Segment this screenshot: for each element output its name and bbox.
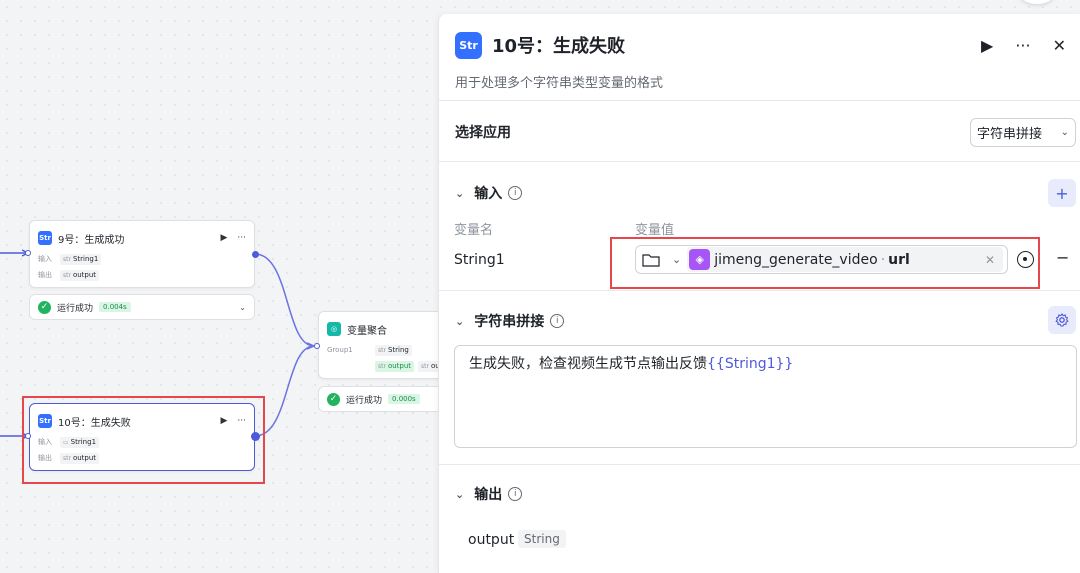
output-section-title: 输出	[474, 487, 503, 503]
string-node-icon: Str	[38, 231, 52, 245]
template-variable: {{String1}}	[707, 356, 794, 372]
type-tag: str	[63, 255, 71, 263]
check-icon: ✓	[38, 300, 51, 314]
info-icon[interactable]: i	[508, 487, 523, 501]
panel-description: 用于处理多个字符串类型变量的格式	[455, 76, 664, 91]
node-9-status[interactable]: ✓ 运行成功 0.004s ⌄	[29, 294, 255, 320]
input-chip: str String1	[60, 253, 102, 265]
add-input-button[interactable]: +	[1048, 179, 1076, 207]
app-select-label-text: 选择应用	[455, 125, 511, 141]
aggregate-status[interactable]: ✓ 运行成功 0.000s	[318, 386, 458, 412]
settings-button[interactable]	[1048, 306, 1076, 334]
output-var: output	[387, 362, 412, 370]
output-chip: str output	[375, 360, 415, 372]
node-config-panel: Str 10号：生成失败 ▶ ··· ✕ 用于处理多个字符串类型变量的格式 选择…	[438, 14, 1080, 573]
input-section-header[interactable]: ⌄ 输入 i	[455, 183, 523, 203]
annotation-highlight	[22, 396, 265, 484]
run-icon[interactable]: ▶	[981, 36, 993, 55]
input-section-title: 输入	[474, 186, 503, 202]
annotation-highlight	[610, 237, 1040, 289]
type-tag: str	[421, 362, 429, 370]
group-var: String	[387, 346, 409, 354]
output-section-header[interactable]: ⌄ 输出 i	[455, 484, 523, 504]
aggregate-input-port[interactable]	[314, 343, 320, 349]
output-type-badge: String	[518, 530, 566, 548]
col-var-name: 变量名	[454, 223, 494, 238]
close-icon[interactable]: ✕	[1053, 36, 1066, 55]
group-label: Group1	[327, 346, 353, 354]
time-badge: 0.000s	[388, 394, 420, 404]
remove-input-button[interactable]: −	[1056, 248, 1069, 267]
group-chip: str String	[375, 344, 412, 356]
template-textarea[interactable]: 生成失败，检查视频生成节点输出反馈{{String1}}	[454, 345, 1077, 448]
panel-title[interactable]: 10号：生成失败	[492, 32, 625, 58]
aggregate-icon: ◎	[327, 322, 341, 336]
node-title: 9号：生成成功	[58, 234, 125, 246]
input-label: 输入	[38, 255, 52, 263]
output-label: 输出	[38, 271, 52, 279]
more-icon[interactable]: ···	[1015, 36, 1030, 55]
status-text: 运行成功	[346, 395, 383, 406]
node-9-output-port[interactable]	[252, 251, 259, 258]
info-icon[interactable]: i	[550, 314, 565, 328]
run-icon[interactable]: ▶	[220, 233, 227, 243]
type-tag: str	[63, 271, 71, 279]
info-icon[interactable]: i	[508, 186, 523, 200]
output-var-name: output	[468, 532, 515, 548]
divider	[439, 464, 1080, 465]
node-title: 变量聚合	[347, 325, 387, 337]
chevron-down-icon[interactable]: ⌄	[455, 488, 464, 501]
chevron-down-icon[interactable]: ⌄	[455, 315, 464, 328]
status-text: 运行成功	[57, 303, 94, 314]
node-9-success[interactable]: Str 9号：生成成功 ▶ ··· 输入 str String1 输出 str ou…	[29, 220, 255, 288]
type-tag: str	[378, 346, 386, 354]
check-icon: ✓	[327, 392, 340, 406]
divider	[439, 161, 1080, 162]
divider	[439, 290, 1080, 291]
time-badge: 0.004s	[99, 302, 131, 312]
chevron-down-icon[interactable]: ⌄	[455, 187, 464, 200]
input-var-name[interactable]: String1	[454, 252, 505, 268]
divider	[439, 100, 1080, 101]
output-chip: str output	[60, 269, 100, 281]
input-var: String1	[72, 255, 99, 263]
chevron-down-icon: ⌄	[1060, 127, 1069, 138]
gear-icon	[1055, 313, 1069, 327]
concat-section-header[interactable]: ⌄ 字符串拼接 i	[455, 311, 565, 331]
app-select-dropdown[interactable]: 字符串拼接 ⌄	[970, 118, 1076, 147]
output-var: output	[72, 271, 97, 279]
string-node-icon: Str	[455, 31, 482, 59]
more-icon[interactable]: ···	[237, 233, 246, 243]
concat-section-title: 字符串拼接	[474, 314, 545, 330]
template-text: 生成失败，检查视频生成节点输出反馈	[469, 356, 707, 372]
app-select-label: 选择应用	[455, 122, 511, 142]
node-9-input-port[interactable]	[25, 250, 31, 256]
node-variable-aggregate[interactable]: ◎ 变量聚合 Group1 str String str output str ou	[318, 311, 458, 379]
col-var-value: 变量值	[635, 223, 675, 238]
chevron-down-icon[interactable]: ⌄	[239, 303, 246, 312]
type-tag: str	[378, 362, 386, 370]
app-select-value: 字符串拼接	[977, 127, 1043, 142]
